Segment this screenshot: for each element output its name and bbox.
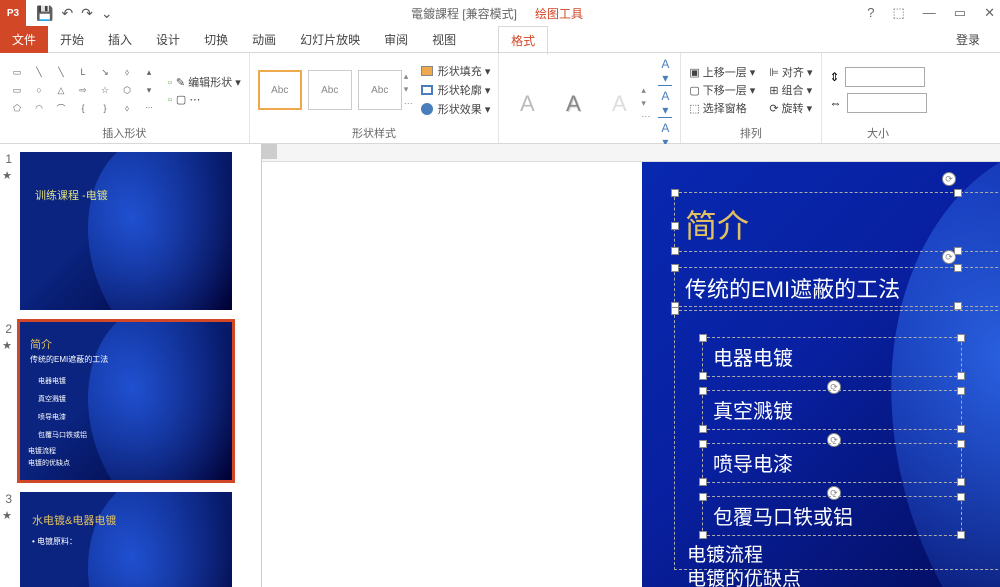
- group-label: 形状样式: [258, 123, 491, 141]
- rotate-handle-icon[interactable]: ⟳: [942, 250, 956, 264]
- animation-star-icon: ★: [0, 169, 18, 182]
- subtitle-textbox[interactable]: 传统的EMI遮蔽的工法: [674, 267, 1000, 307]
- group-wordart-styles: A A A ▴▾⋯ A ▾ A ▾ A ▾ 艺术字样式: [499, 53, 681, 143]
- group-label: 大小: [830, 123, 927, 141]
- tab-slideshow[interactable]: 幻灯片放映: [288, 26, 372, 53]
- close-icon[interactable]: ✕: [984, 5, 995, 21]
- maximize-icon[interactable]: ▭: [954, 5, 966, 21]
- style-preset[interactable]: Abc: [308, 70, 352, 110]
- style-preset[interactable]: Abc: [258, 70, 302, 110]
- app-icon: P3: [0, 0, 26, 26]
- save-icon[interactable]: 💾: [36, 5, 53, 22]
- tab-transitions[interactable]: 切换: [192, 26, 240, 53]
- tab-file[interactable]: 文件: [0, 26, 48, 53]
- contextual-tab-label: 绘图工具: [520, 2, 598, 25]
- horizontal-scrollbar[interactable]: [262, 144, 1000, 162]
- shape-effects-button[interactable]: 形状效果 ▾: [421, 101, 491, 117]
- bullet-textbox[interactable]: 电器电镀: [702, 337, 962, 377]
- main-area: 1 ★ 训练课程 -电镀 2 ★ 简介 传统的EMI遮蔽的工法 电器电镀 真空溅镀 …: [0, 144, 1000, 587]
- edit-shape-controls: ✎ 编辑形状 ▾ ▢ ⋯: [168, 74, 241, 106]
- height-input-row: ⇕: [830, 67, 927, 87]
- text-fill-button[interactable]: A ▾: [658, 57, 672, 86]
- bullet-textbox[interactable]: 喷导电漆: [702, 443, 962, 483]
- rotate-button[interactable]: ⟳ 旋转 ▾: [769, 100, 812, 116]
- minimize-icon[interactable]: —: [923, 5, 936, 21]
- tab-review[interactable]: 审阅: [372, 26, 420, 53]
- window-controls: ? ⬚ — ▭ ✕: [867, 5, 995, 21]
- title-textbox[interactable]: 简介: [674, 192, 1000, 252]
- slide-thumb-3[interactable]: 水电镀&电器电镀 • 电镀原料：: [20, 492, 232, 587]
- tab-home[interactable]: 开始: [48, 26, 96, 53]
- group-button[interactable]: ⊞ 组合 ▾: [769, 82, 812, 98]
- rotate-handle-icon[interactable]: ⟳: [942, 172, 956, 186]
- slide[interactable]: ⟳ 简介 ⟳ 传统的EMI遮蔽的工法 电器电镀 ⟳ 真空溅镀: [642, 162, 1000, 587]
- bullet-textbox[interactable]: 包覆马口铁或铝: [702, 496, 962, 536]
- title-bar: P3 💾 ↶ ↷ ⌄ 電鍍課程 [兼容模式] - PowerPoint 绘图工具…: [0, 0, 1000, 26]
- tab-animations[interactable]: 动画: [240, 26, 288, 53]
- ribbon-tabs: 文件 开始 插入 设计 切换 动画 幻灯片放映 审阅 视图 格式 登录: [0, 26, 1000, 52]
- width-icon: ⇔: [830, 96, 842, 110]
- bring-forward-button[interactable]: ▣ 上移一层 ▾: [689, 64, 755, 80]
- footer-text[interactable]: 电镀流程: [687, 540, 763, 567]
- width-input[interactable]: [847, 93, 927, 113]
- wordart-preset[interactable]: A: [507, 84, 547, 124]
- qat-more-icon[interactable]: ⌄: [101, 5, 113, 22]
- animation-star-icon: ★: [0, 509, 18, 522]
- thumb-number: 2: [0, 322, 18, 336]
- wordart-gallery[interactable]: A A A: [507, 84, 639, 124]
- redo-icon[interactable]: ↷: [81, 5, 93, 22]
- bullet-textbox[interactable]: 真空溅镀: [702, 390, 962, 430]
- help-icon[interactable]: ?: [867, 5, 874, 21]
- group-size: ⇕ ⇔ 大小: [822, 53, 935, 143]
- width-input-row: ⇔: [830, 93, 927, 113]
- wordart-preset[interactable]: A: [599, 84, 639, 124]
- shapes-gallery[interactable]: ▭╲╲L↘⬨▴ ▭○△⇨☆⬡▾ ⬠◠⌒{}⬨⋯: [8, 64, 160, 116]
- group-label: 排列: [689, 123, 812, 141]
- group-label: 插入形状: [8, 123, 241, 141]
- thumb-number: 3: [0, 492, 18, 506]
- group-shape-styles: Abc Abc Abc ▴▾⋯ 形状填充 ▾ 形状轮廓 ▾ 形状效果 ▾ 形状样…: [250, 53, 500, 143]
- login-link[interactable]: 登录: [956, 31, 1000, 48]
- tab-format[interactable]: 格式: [498, 26, 548, 55]
- group-arrange: ▣ 上移一层 ▾ ⊫ 对齐 ▾ ▢ 下移一层 ▾ ⊞ 组合 ▾ ⬚ 选择窗格 ⟳…: [681, 53, 821, 143]
- fill-icon: [421, 66, 433, 76]
- height-input[interactable]: [845, 67, 925, 87]
- tab-view[interactable]: 视图: [420, 26, 468, 53]
- tab-insert[interactable]: 插入: [96, 26, 144, 53]
- shape-fill-button[interactable]: 形状填充 ▾: [421, 63, 491, 79]
- slide-thumbnails[interactable]: 1 ★ 训练课程 -电镀 2 ★ 简介 传统的EMI遮蔽的工法 电器电镀 真空溅镀 …: [0, 144, 262, 587]
- wordart-preset[interactable]: A: [553, 84, 593, 124]
- outline-icon: [421, 85, 433, 95]
- ribbon: ▭╲╲L↘⬨▴ ▭○△⇨☆⬡▾ ⬠◠⌒{}⬨⋯ ✎ 编辑形状 ▾ ▢ ⋯ 插入形…: [0, 52, 1000, 144]
- edit-shape-button[interactable]: ✎ 编辑形状 ▾: [168, 74, 241, 90]
- animation-star-icon: ★: [0, 339, 18, 352]
- slide-canvas[interactable]: ⟳ 简介 ⟳ 传统的EMI遮蔽的工法 电器电镀 ⟳ 真空溅镀: [262, 144, 1000, 587]
- text-outline-button[interactable]: A ▾: [658, 89, 672, 118]
- height-icon: ⇕: [830, 70, 840, 84]
- group-insert-shapes: ▭╲╲L↘⬨▴ ▭○△⇨☆⬡▾ ⬠◠⌒{}⬨⋯ ✎ 编辑形状 ▾ ▢ ⋯ 插入形…: [0, 53, 250, 143]
- slide-thumb-1[interactable]: 训练课程 -电镀: [20, 152, 232, 310]
- style-gallery[interactable]: Abc Abc Abc: [258, 70, 402, 110]
- selection-pane-button[interactable]: ⬚ 选择窗格: [689, 100, 755, 116]
- style-preset[interactable]: Abc: [358, 70, 402, 110]
- undo-icon[interactable]: ↶: [61, 5, 73, 22]
- align-button[interactable]: ⊫ 对齐 ▾: [769, 64, 812, 80]
- slide-thumb-2[interactable]: 简介 传统的EMI遮蔽的工法 电器电镀 真空溅镀 喷导电漆 包覆马口铁或铝 电镀…: [20, 322, 232, 480]
- shape-outline-button[interactable]: 形状轮廓 ▾: [421, 82, 491, 98]
- text-box-button[interactable]: ▢ ⋯: [168, 93, 241, 106]
- tab-design[interactable]: 设计: [144, 26, 192, 53]
- footer-text[interactable]: 电镀的优缺点: [687, 564, 801, 587]
- ribbon-display-icon[interactable]: ⬚: [893, 5, 905, 21]
- thumb-number: 1: [0, 152, 18, 166]
- send-backward-button[interactable]: ▢ 下移一层 ▾: [689, 82, 755, 98]
- effects-icon: [421, 103, 433, 115]
- quick-access-toolbar: 💾 ↶ ↷ ⌄: [36, 5, 113, 22]
